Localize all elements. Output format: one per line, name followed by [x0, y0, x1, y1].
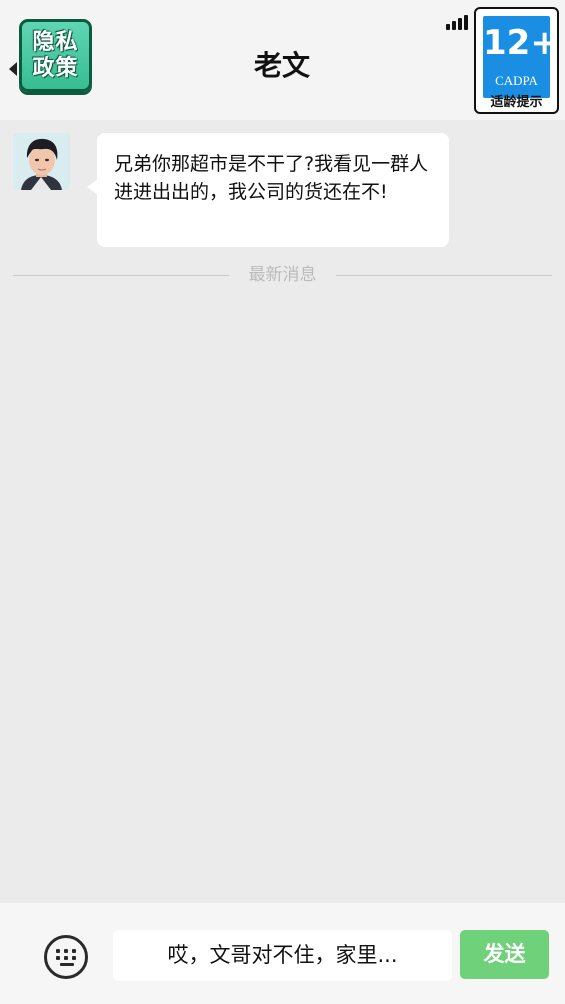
avatar[interactable] [13, 133, 70, 190]
divider-line-right [336, 275, 552, 276]
age-rating-org: CADPA [495, 73, 538, 88]
send-button[interactable]: 发送 [460, 930, 549, 979]
message-bubble: 兄弟你那超市是不干了?我看见一群人进进出出的，我公司的货还在不! [97, 133, 449, 247]
top-bar: 隐私政策 老文 12+ CADPA 适龄提示 [0, 0, 565, 120]
back-chevron-icon[interactable] [9, 62, 17, 76]
reply-input[interactable]: 哎，文哥对不住，家里... [113, 930, 452, 981]
divider-line-left [13, 275, 229, 276]
divider-label: 最新消息 [248, 265, 317, 285]
age-rating-badge: 12+ CADPA 适龄提示 [474, 7, 559, 114]
privacy-policy-label: 隐私政策 [32, 29, 79, 81]
age-rating-panel: 12+ CADPA [483, 16, 559, 98]
privacy-policy-button[interactable]: 隐私政策 [19, 19, 92, 92]
chat-title: 老文 [253, 49, 310, 82]
signal-icon [446, 12, 474, 30]
age-rating-label: 适龄提示 [490, 95, 543, 110]
latest-messages-divider: 最新消息 [13, 263, 552, 287]
keyboard-icon[interactable] [44, 935, 88, 979]
composer-bar: 哎，文哥对不住，家里... 发送 [0, 903, 565, 1004]
age-rating-number: 12+ [483, 23, 559, 63]
